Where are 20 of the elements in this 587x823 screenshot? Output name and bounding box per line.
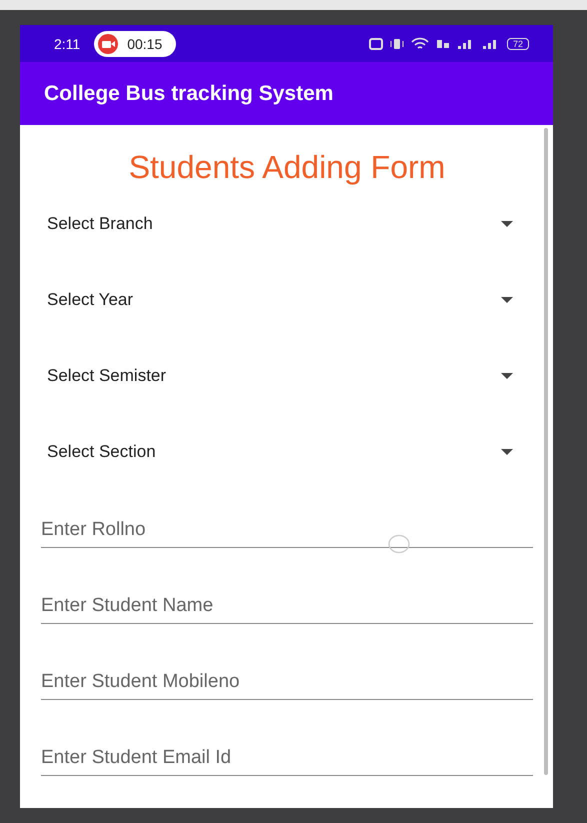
input-field[interactable]: Enter Student Name: [41, 595, 533, 624]
vibrate-icon: [390, 38, 404, 50]
wifi-icon: [410, 37, 429, 50]
touch-indicator-icon: [388, 534, 410, 554]
form-title: Students Adding Form: [128, 148, 446, 187]
dropdown-label[interactable]: Select Semister: [47, 366, 166, 386]
dropdown-arrow-icon[interactable]: [501, 373, 513, 379]
input-field[interactable]: Enter Student Email Id: [41, 747, 533, 776]
app-title: College Bus tracking System: [44, 82, 334, 106]
clock-time: 2:11: [54, 36, 80, 52]
dropdown-label[interactable]: Select Branch: [47, 214, 153, 234]
dropdown-label[interactable]: Select Year: [47, 290, 134, 310]
dropdown-label[interactable]: Select Section: [47, 442, 156, 462]
recording-timer: 00:15: [127, 36, 162, 52]
dropdown-arrow-icon[interactable]: [501, 449, 513, 455]
dropdown-arrow-icon[interactable]: [501, 221, 513, 227]
input-field[interactable]: Enter Student Mobileno: [41, 671, 533, 700]
battery-indicator: 72: [506, 38, 529, 50]
input-field[interactable]: Enter Rollno: [41, 519, 533, 548]
dropdown-arrow-icon[interactable]: [501, 297, 513, 303]
